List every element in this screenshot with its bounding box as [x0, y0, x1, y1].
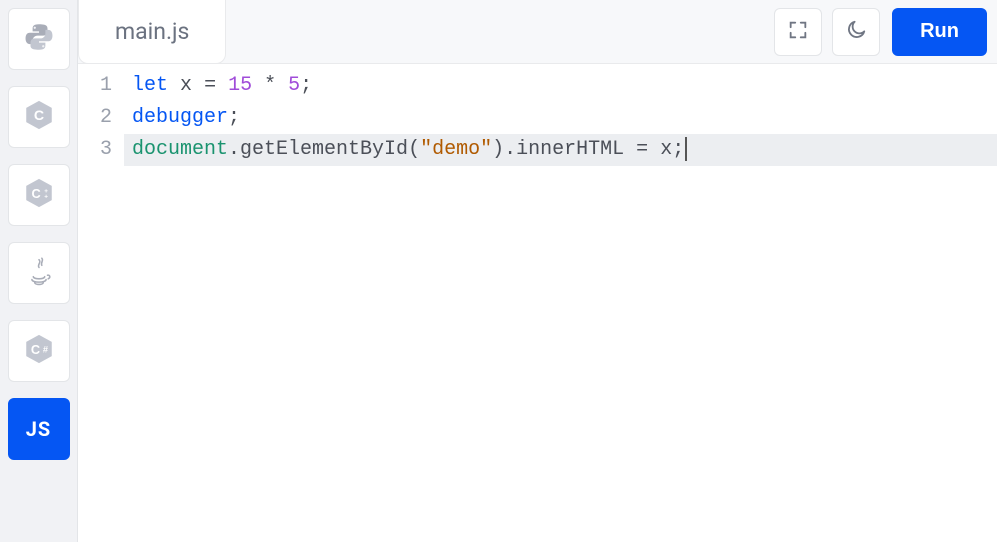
svg-text:C: C — [30, 342, 39, 357]
code-token: ; — [300, 74, 312, 97]
sidebar-item-csharp[interactable]: C # — [8, 320, 70, 382]
code-token: . — [228, 138, 240, 161]
csharp-icon: C # — [22, 332, 56, 370]
language-sidebar: C C + + — [0, 0, 78, 542]
svg-text:#: # — [42, 345, 47, 355]
java-icon — [22, 254, 56, 292]
sidebar-item-js[interactable]: JS — [8, 398, 70, 460]
code-token: = — [636, 138, 648, 161]
code-token: ; — [672, 138, 684, 161]
svg-text:C: C — [31, 186, 40, 201]
code-token: x — [660, 138, 672, 161]
code-line[interactable]: document.getElementById("demo").innerHTM… — [124, 134, 997, 166]
code-token: 5 — [288, 74, 300, 97]
fullscreen-icon — [787, 19, 809, 44]
code-token — [252, 74, 264, 97]
code-token — [216, 74, 228, 97]
file-tab[interactable]: main.js — [78, 0, 226, 64]
code-line[interactable]: debugger; — [124, 102, 997, 134]
theme-toggle-button[interactable] — [832, 8, 880, 56]
code-token: innerHTML — [516, 138, 624, 161]
code-token — [624, 138, 636, 161]
code-token — [276, 74, 288, 97]
file-tab-label: main.js — [115, 18, 189, 45]
svg-text:+: + — [44, 194, 48, 201]
sidebar-item-python[interactable] — [8, 8, 70, 70]
code-token: getElementById — [240, 138, 408, 161]
code-token: . — [504, 138, 516, 161]
line-number: 2 — [78, 102, 124, 134]
text-cursor — [685, 137, 687, 161]
fullscreen-button[interactable] — [774, 8, 822, 56]
code-token: ) — [492, 138, 504, 161]
code-token: ( — [408, 138, 420, 161]
code-token: "demo" — [420, 138, 492, 161]
code-line[interactable]: let x = 15 * 5; — [124, 70, 997, 102]
python-icon — [22, 20, 56, 58]
run-button[interactable]: Run — [892, 8, 987, 56]
code-token — [648, 138, 660, 161]
moon-icon — [845, 19, 867, 44]
code-content[interactable]: let x = 15 * 5;debugger;document.getElem… — [124, 64, 997, 542]
code-token: = — [204, 74, 216, 97]
svg-text:C: C — [33, 108, 43, 124]
code-token: x — [180, 74, 192, 97]
sidebar-item-cpp[interactable]: C + + — [8, 164, 70, 226]
main-area: main.js Run 1 2 3 let x = 15 * 5;debug — [78, 0, 997, 542]
editor-toolbar: main.js Run — [78, 0, 997, 64]
code-token: debugger — [132, 106, 228, 129]
line-number: 1 — [78, 70, 124, 102]
code-token — [168, 74, 180, 97]
line-number: 3 — [78, 134, 124, 166]
sidebar-item-c[interactable]: C — [8, 86, 70, 148]
code-token — [192, 74, 204, 97]
code-token: document — [132, 138, 228, 161]
code-token: * — [264, 74, 276, 97]
code-token: ; — [228, 106, 240, 129]
code-editor[interactable]: 1 2 3 let x = 15 * 5;debugger;document.g… — [78, 64, 997, 542]
js-icon: JS — [26, 417, 52, 441]
cpp-icon: C + + — [22, 176, 56, 214]
code-token: let — [132, 74, 168, 97]
line-number-gutter: 1 2 3 — [78, 64, 124, 542]
c-icon: C — [22, 98, 56, 136]
sidebar-item-java[interactable] — [8, 242, 70, 304]
code-token: 15 — [228, 74, 252, 97]
